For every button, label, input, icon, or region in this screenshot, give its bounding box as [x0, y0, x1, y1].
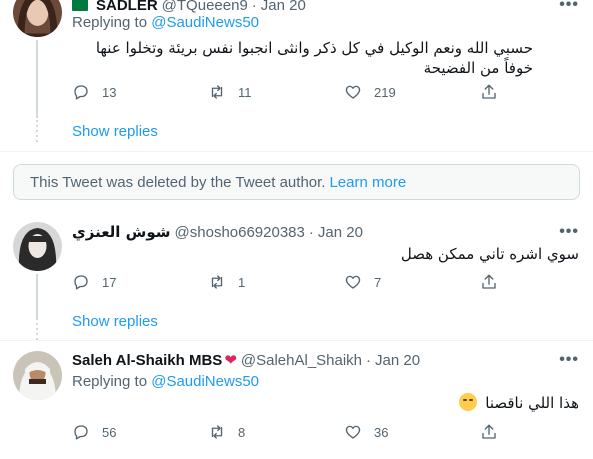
thread-line: [36, 40, 38, 118]
replying-to: Replying to @SaudiNews50: [72, 373, 259, 390]
separator: ·: [251, 0, 257, 14]
tweet-1[interactable]: SADLER @TQueeen9 · Jan 20 ••• Replying t…: [0, 0, 593, 150]
reply-count: 56: [102, 424, 117, 440]
like-count: 36: [374, 424, 389, 440]
replying-to: Replying to @SaudiNews50: [72, 14, 259, 31]
retweet-icon: [211, 275, 223, 289]
tweet-3[interactable]: Saleh Al-Shaikh MBS ❤ @SalehAl_Shaikh · …: [0, 341, 593, 459]
like-count: 219: [374, 84, 396, 100]
display-name[interactable]: SADLER: [96, 0, 158, 14]
retweet-count: 8: [238, 424, 246, 440]
reply-button[interactable]: 56: [72, 423, 208, 441]
thread-dots: [36, 120, 38, 142]
separator: ·: [366, 351, 372, 369]
share-icon: [482, 84, 496, 99]
reply-icon: [74, 275, 88, 290]
retweet-count: 11: [238, 84, 252, 100]
handle[interactable]: @TQueeen9: [162, 0, 248, 14]
action-bar: 56 8 36: [72, 421, 593, 443]
retweet-button[interactable]: 11: [208, 83, 344, 101]
share-button[interactable]: [480, 83, 593, 101]
reply-icon: [74, 425, 88, 440]
replying-label: Replying to: [72, 14, 148, 31]
show-replies-link[interactable]: Show replies: [72, 313, 158, 330]
mention-link[interactable]: @SaudiNews50: [151, 373, 259, 390]
avatar[interactable]: [13, 0, 62, 37]
avatar[interactable]: [13, 222, 62, 271]
divider: [0, 151, 593, 152]
relieved-face-emoji-icon: [458, 393, 477, 411]
more-options-icon[interactable]: •••: [559, 223, 579, 241]
show-replies-link[interactable]: Show replies: [72, 123, 158, 140]
retweet-icon: [211, 425, 223, 439]
date[interactable]: Jan 20: [375, 352, 420, 369]
learn-more-link[interactable]: Learn more: [329, 174, 406, 191]
display-name[interactable]: شوش العنزي: [72, 223, 171, 241]
like-count: 7: [374, 274, 382, 290]
retweet-icon: [211, 85, 223, 99]
red-heart-emoji: ❤: [224, 352, 237, 369]
tweet-text-content: هذا اللي ناقصنا: [485, 394, 579, 412]
like-button[interactable]: 7: [344, 273, 480, 291]
retweet-button[interactable]: 1: [208, 273, 344, 291]
heart-icon: [345, 275, 361, 289]
tweet-text: حسبي الله ونعم الوكيل في كل ذكر وانثى ان…: [95, 39, 533, 77]
thread-dots: [36, 318, 38, 340]
reply-button[interactable]: 17: [72, 273, 208, 291]
separator: ·: [308, 223, 314, 241]
reply-icon: [74, 85, 88, 100]
tweet-text: هذا اللي ناقصنا: [72, 393, 579, 413]
retweet-count: 1: [238, 274, 246, 290]
more-options-icon[interactable]: •••: [559, 351, 579, 369]
avatar[interactable]: [13, 351, 62, 400]
reply-button[interactable]: 13: [72, 83, 208, 101]
thread-line: [36, 274, 38, 318]
handle[interactable]: @shosho66920383: [175, 224, 305, 241]
more-options-icon[interactable]: •••: [559, 0, 579, 14]
handle[interactable]: @SalehAl_Shaikh: [241, 352, 362, 369]
date[interactable]: Jan 20: [261, 0, 306, 14]
deleted-tweet-notice: This Tweet was deleted by the Tweet auth…: [13, 164, 580, 200]
like-button[interactable]: 36: [344, 423, 480, 441]
reply-count: 13: [102, 84, 117, 100]
tweet-header: Saleh Al-Shaikh MBS ❤ @SalehAl_Shaikh · …: [72, 350, 420, 370]
heart-icon: [345, 85, 361, 99]
tweet-2[interactable]: شوش العنزي @shosho66920383 · Jan 20 ••• …: [0, 210, 593, 340]
tweet-text: سوي اشره تاني ممكن هصل: [400, 245, 579, 263]
retweet-button[interactable]: 8: [208, 423, 344, 441]
mention-link[interactable]: @SaudiNews50: [151, 14, 259, 31]
reply-count: 17: [102, 274, 117, 290]
deleted-text: This Tweet was deleted by the Tweet auth…: [30, 173, 326, 191]
share-icon: [482, 424, 496, 439]
action-bar: 13 11 219: [72, 81, 593, 103]
like-button[interactable]: 219: [344, 83, 480, 101]
share-icon: [482, 274, 496, 289]
share-button[interactable]: [480, 423, 593, 441]
display-name[interactable]: Saleh Al-Shaikh MBS: [72, 352, 222, 369]
tweet-header: SADLER @TQueeen9 · Jan 20: [72, 0, 306, 15]
action-bar: 17 1 7: [72, 271, 593, 293]
heart-icon: [345, 425, 361, 439]
replying-label: Replying to: [72, 373, 148, 390]
tweet-header: شوش العنزي @shosho66920383 · Jan 20: [72, 222, 363, 242]
share-button[interactable]: [480, 273, 593, 291]
flag-icon: [72, 0, 88, 11]
date[interactable]: Jan 20: [318, 224, 363, 241]
